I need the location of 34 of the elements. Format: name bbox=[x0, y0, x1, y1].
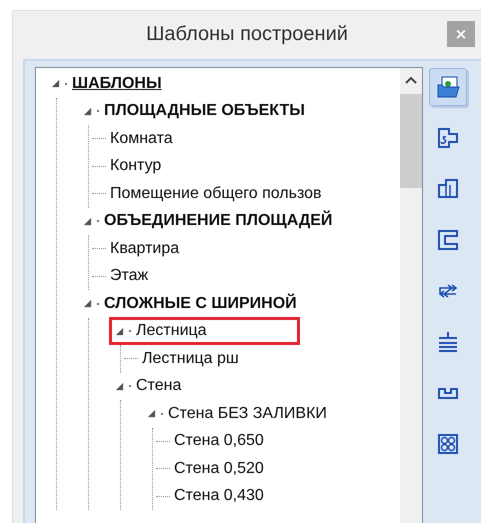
stair-icon bbox=[436, 330, 460, 354]
panel-title: Шаблоны построений bbox=[146, 22, 348, 46]
areas-shape-icon bbox=[436, 177, 460, 201]
tree-node-label[interactable]: ПЛОЩАДНЫЕ ОБЪЕКТЫ bbox=[104, 102, 305, 120]
collapse-triangle-icon[interactable] bbox=[51, 79, 60, 88]
collapse-triangle-icon[interactable] bbox=[83, 216, 92, 226]
toolbar-button[interactable] bbox=[429, 68, 467, 106]
collapse-triangle-icon[interactable] bbox=[83, 106, 92, 116]
tree-node-label[interactable]: Этаж bbox=[110, 267, 148, 286]
collapse-triangle-icon[interactable] bbox=[83, 299, 92, 308]
tree-node-label[interactable]: Стена 0,430 bbox=[174, 487, 264, 506]
tree-node-label[interactable]: Комната bbox=[110, 130, 173, 148]
tree-node-label[interactable]: ШАБЛОНЫ bbox=[72, 74, 162, 93]
tree-node-label[interactable]: Стена БЕЗ ЗАЛИВКИ bbox=[168, 404, 327, 423]
collapse-triangle-icon[interactable] bbox=[147, 409, 156, 418]
area-shape-icon bbox=[436, 126, 460, 150]
tree-node-label[interactable]: Стена 0,650 bbox=[174, 432, 264, 450]
tree-node-label[interactable]: Квартира bbox=[110, 240, 180, 258]
tree-node-label[interactable]: Контур bbox=[110, 157, 162, 176]
collapse-triangle-icon[interactable] bbox=[115, 382, 124, 391]
folder-icon bbox=[436, 75, 460, 99]
scrollbar[interactable] bbox=[400, 68, 422, 523]
tree-node-label[interactable]: ОБЪЕДИНЕНИЕ ПЛОЩАДЕЙ bbox=[104, 212, 332, 230]
collapse-triangle-icon[interactable] bbox=[115, 326, 124, 336]
scroll-up-icon[interactable] bbox=[405, 76, 417, 84]
grid-icon bbox=[436, 432, 460, 456]
tree-node-label[interactable]: Стена bbox=[136, 377, 182, 396]
tree-node-label[interactable]: Лестница bbox=[136, 322, 207, 340]
wall-shape-icon bbox=[436, 228, 460, 252]
tree-node-label[interactable]: Помещение общего пользов bbox=[110, 184, 322, 203]
tree-node-label[interactable]: Стена 0,520 bbox=[174, 460, 264, 478]
tree-node-label[interactable]: Лестница рш bbox=[142, 350, 239, 368]
scroll-thumb[interactable] bbox=[400, 94, 422, 188]
tree-node-label[interactable]: СЛОЖНЫЕ С ШИРИНОЙ bbox=[104, 294, 297, 313]
